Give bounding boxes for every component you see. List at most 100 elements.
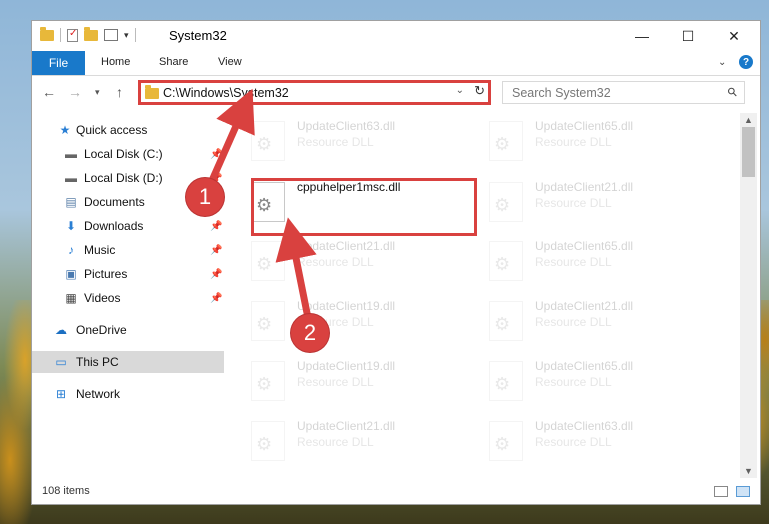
toolbar-divider <box>134 28 136 42</box>
search-input[interactable]: Search System32 ⚲ <box>502 81 745 104</box>
status-bar: 108 items <box>32 479 760 505</box>
dll-file-icon <box>251 241 285 281</box>
toolbar-dropdown-icon[interactable]: ▾ <box>124 30 129 41</box>
sidebar-item-local-disk-c[interactable]: ▬ Local Disk (C:) 📌 <box>32 143 224 165</box>
up-arrow-icon[interactable]: ↑ <box>116 84 123 100</box>
cloud-icon: ☁ <box>55 323 67 337</box>
sidebar-item-videos[interactable]: ▦ Videos 📌 <box>32 287 224 309</box>
title-bar: ▾ System32 — ☐ ✕ <box>32 21 760 51</box>
drive-icon: ▬ <box>65 171 77 185</box>
folder-icon <box>40 26 54 41</box>
file-item[interactable]: UpdateClient21.dll Resource DLL <box>489 299 709 349</box>
sidebar-item-label: Network <box>76 387 121 401</box>
pin-icon[interactable]: 📌 <box>210 221 222 232</box>
details-view-icon[interactable] <box>714 486 728 497</box>
forward-arrow-icon[interactable]: → <box>68 84 82 100</box>
tab-file[interactable]: File <box>32 51 85 75</box>
dll-file-icon <box>489 361 523 401</box>
sidebar-item-downloads[interactable]: ⬇ Downloads 📌 <box>32 215 224 237</box>
step-1-badge: 1 <box>186 178 224 216</box>
network-icon: ⊞ <box>55 387 67 401</box>
large-icons-view-icon[interactable] <box>736 486 750 497</box>
dll-file-icon <box>489 121 523 161</box>
search-placeholder: Search System32 <box>512 86 611 100</box>
file-name: UpdateClient19.dll <box>297 359 396 373</box>
sidebar-item-pictures[interactable]: ▣ Pictures 📌 <box>32 263 224 285</box>
item-count: 108 items <box>42 485 90 497</box>
pin-icon[interactable]: 📌 <box>210 149 222 160</box>
file-item[interactable]: UpdateClient19.dll Resource DLL <box>251 299 471 349</box>
close-button[interactable]: ✕ <box>711 21 757 51</box>
file-name: UpdateClient21.dll <box>297 239 396 253</box>
file-item[interactable]: UpdateClient65.dll Resource DLL <box>489 359 709 409</box>
toolbar-divider <box>60 28 61 42</box>
customize-toolbar-icon[interactable] <box>104 29 118 41</box>
file-name: UpdateClient65.dll <box>535 359 634 373</box>
sidebar-item-quick-access[interactable]: ★ Quick access <box>32 119 224 141</box>
sidebar-item-this-pc[interactable]: ▭ This PC <box>32 351 224 373</box>
sidebar-item-music[interactable]: ♪ Music 📌 <box>32 239 224 261</box>
sidebar-item-label: Quick access <box>76 123 148 137</box>
star-icon: ★ <box>59 123 71 137</box>
file-name: UpdateClient63.dll <box>297 119 396 133</box>
file-item[interactable]: UpdateClient21.dll Resource DLL <box>489 180 709 230</box>
pin-icon[interactable]: 📌 <box>210 269 222 280</box>
sidebar-item-label: Pictures <box>84 267 128 281</box>
file-explorer-window: ▾ System32 — ☐ ✕ File Home Share View ⌄ … <box>31 20 761 505</box>
music-icon: ♪ <box>68 243 74 257</box>
file-item[interactable]: UpdateClient21.dll Resource DLL <box>251 419 471 469</box>
sidebar-item-label: Downloads <box>84 219 144 233</box>
expand-ribbon-icon[interactable]: ⌄ <box>718 57 726 68</box>
back-arrow-icon[interactable]: ← <box>42 84 56 100</box>
dll-file-icon <box>489 241 523 281</box>
dll-file-icon <box>489 301 523 341</box>
pictures-icon: ▣ <box>65 267 77 281</box>
tab-share[interactable]: Share <box>159 56 188 68</box>
file-item[interactable]: UpdateClient21.dll Resource DLL <box>251 239 471 289</box>
step-2-badge: 2 <box>291 314 329 352</box>
sidebar-item-label: Videos <box>84 291 121 305</box>
sidebar-item-label: Documents <box>84 195 145 209</box>
file-name: UpdateClient21.dll <box>297 419 396 433</box>
minimize-button[interactable]: — <box>619 21 665 51</box>
pin-icon[interactable]: 📌 <box>210 245 222 256</box>
highlight-address-box <box>138 80 491 105</box>
scroll-down-icon[interactable]: ▼ <box>744 466 753 476</box>
file-list: UpdateClient63.dll Resource DLL UpdateCl… <box>224 113 742 478</box>
navigation-pane: ★ Quick access ▬ Local Disk (C:) 📌 ▬ Loc… <box>32 113 224 478</box>
videos-icon: ▦ <box>65 291 77 305</box>
recent-locations-icon[interactable]: ▾ <box>95 87 100 98</box>
file-item[interactable]: UpdateClient19.dll Resource DLL <box>251 359 471 409</box>
quick-access-toolbar: ▾ <box>40 26 136 42</box>
file-item[interactable]: UpdateClient65.dll Resource DLL <box>489 239 709 289</box>
tab-home[interactable]: Home <box>101 56 130 68</box>
sidebar-item-label: Local Disk (D:) <box>84 171 163 185</box>
window-title: System32 <box>169 28 227 43</box>
file-type: Resource DLL <box>535 196 612 210</box>
file-item[interactable]: UpdateClient65.dll Resource DLL <box>489 119 709 169</box>
file-name: UpdateClient65.dll <box>535 119 634 133</box>
sidebar-item-onedrive[interactable]: ☁ OneDrive <box>32 319 224 341</box>
vertical-scrollbar[interactable]: ▲ ▼ <box>740 113 757 478</box>
new-folder-icon[interactable] <box>84 26 98 41</box>
file-item[interactable]: UpdateClient63.dll Resource DLL <box>251 119 471 169</box>
download-icon: ⬇ <box>65 219 77 233</box>
file-name: UpdateClient21.dll <box>535 299 634 313</box>
scrollbar-thumb[interactable] <box>742 127 755 177</box>
scroll-up-icon[interactable]: ▲ <box>744 115 753 125</box>
help-button[interactable]: ? <box>739 55 753 69</box>
sidebar-item-network[interactable]: ⊞ Network <box>32 383 224 405</box>
navigation-bar: ← → ▾ ↑ C:\Windows\System32 ⌄ ↻ Search S… <box>32 77 760 109</box>
file-type: Resource DLL <box>297 255 374 269</box>
properties-check-icon[interactable] <box>67 28 78 42</box>
dll-file-icon <box>251 121 285 161</box>
tab-view[interactable]: View <box>218 56 242 68</box>
file-type: Resource DLL <box>535 435 612 449</box>
file-name: UpdateClient21.dll <box>535 180 634 194</box>
file-item[interactable]: UpdateClient63.dll Resource DLL <box>489 419 709 469</box>
sidebar-item-label: OneDrive <box>76 323 127 337</box>
pin-icon[interactable]: 📌 <box>210 293 222 304</box>
maximize-button[interactable]: ☐ <box>665 21 711 51</box>
file-name: UpdateClient19.dll <box>297 299 396 313</box>
search-icon[interactable]: ⚲ <box>725 84 741 100</box>
